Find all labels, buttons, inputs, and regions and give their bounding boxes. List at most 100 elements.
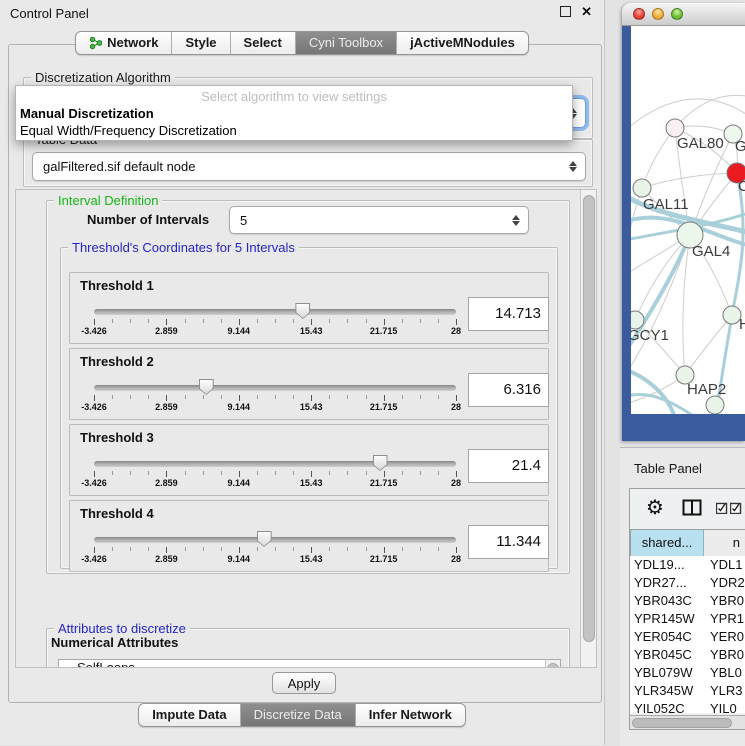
slider-track[interactable] — [94, 461, 456, 467]
tab-infer-network[interactable]: Infer Network — [356, 704, 465, 726]
attributes-list-scrollbar[interactable] — [545, 660, 560, 668]
slider-tick — [275, 319, 276, 323]
threshold-label: Threshold 4 — [80, 506, 154, 521]
threshold-value-field[interactable]: 14.713 — [468, 297, 549, 331]
tab-label: jActiveMNodules — [410, 35, 515, 50]
network-icon — [89, 36, 102, 50]
tab-select[interactable]: Select — [231, 32, 296, 54]
slider-tick — [329, 319, 330, 323]
checkbox-icon[interactable] — [730, 502, 742, 514]
slider-tick — [329, 471, 330, 475]
group-title: Discretization Algorithm — [31, 70, 175, 85]
slider-tick-label: 15.43 — [283, 326, 339, 336]
apply-button[interactable]: Apply — [272, 672, 336, 694]
table-data-combobox[interactable]: galFiltered.sif default node — [32, 152, 586, 181]
algorithm-option-equal-width-frequency[interactable]: Equal Width/Frequency Discretization — [20, 123, 237, 138]
group-title: Interval Definition — [54, 193, 162, 208]
zoom-traffic-light-icon[interactable] — [671, 8, 683, 20]
slider-tick — [112, 395, 113, 399]
cell-name: YDR2 — [704, 574, 745, 592]
close-traffic-light-icon[interactable] — [633, 8, 645, 20]
slider-tick — [239, 471, 240, 477]
top-tab-bar: Network Style Select Cyni Toolbox jActiveMNo… — [0, 31, 604, 55]
slider-tick — [384, 547, 385, 553]
threshold-slider-thumb[interactable] — [295, 303, 310, 319]
slider-tick — [311, 319, 312, 325]
slider-tick — [420, 319, 421, 323]
threshold-slider-thumb[interactable] — [257, 531, 272, 547]
table-row[interactable]: YBR045CYBR0 — [630, 646, 745, 664]
slider-tick — [311, 471, 312, 477]
slider-track[interactable] — [94, 385, 456, 391]
tab-network[interactable]: Network — [76, 32, 172, 54]
numerical-attributes-list[interactable]: SelfLoopsTopologicalCoefficientBetweenne… — [58, 659, 561, 668]
slider-tick — [185, 395, 186, 399]
threshold-label: Threshold 1 — [80, 278, 154, 293]
tab-style[interactable]: Style — [172, 32, 230, 54]
threshold-slider-thumb[interactable] — [373, 455, 388, 471]
table-horizontal-scrollbar[interactable] — [630, 715, 745, 729]
algorithm-dropdown-popup: Select algorithm to view settings Manual… — [15, 85, 573, 141]
table-row[interactable]: YER054CYER0 — [630, 628, 745, 646]
table-toolbar: ⚙ — [630, 489, 745, 529]
numerical-attributes-label: Numerical Attributes — [51, 635, 178, 650]
tab-label: Network — [107, 35, 158, 50]
gear-icon[interactable]: ⚙ — [646, 495, 664, 519]
tab-jactivemnodules[interactable]: jActiveMNodules — [397, 32, 528, 54]
threshold-panel-4: Threshold 4-3.4262.8599.14415.4321.71528… — [69, 500, 549, 572]
column-header-shared-name[interactable]: shared... — [630, 530, 704, 556]
cell-name: YPR1 — [704, 610, 745, 628]
algorithm-option-manual-discretization[interactable]: Manual Discretization — [20, 106, 154, 121]
table-row[interactable]: YPR145WYPR1 — [630, 610, 745, 628]
network-node[interactable] — [706, 396, 724, 414]
cell-name: YBR0 — [704, 646, 745, 664]
table-row[interactable]: YIL052CYIL0 — [630, 700, 745, 713]
network-node-label: GCY1 — [631, 327, 669, 344]
network-canvas[interactable]: GAL80GACGAL11GAL4GCY1HHAP2 — [631, 26, 745, 414]
threshold-value-field[interactable]: 6.316 — [468, 373, 549, 407]
tab-impute-data[interactable]: Impute Data — [139, 704, 240, 726]
slider-tick — [166, 319, 167, 325]
tab-cyni-toolbox[interactable]: Cyni Toolbox — [296, 32, 397, 54]
minimize-traffic-light-icon[interactable] — [652, 8, 664, 20]
table-row[interactable]: YBR043CYBR0 — [630, 592, 745, 610]
attribute-list-item[interactable]: SelfLoops — [59, 660, 560, 668]
network-window: GAL80GACGAL11GAL4GCY1HHAP2 — [622, 3, 745, 441]
slider-tick — [275, 395, 276, 399]
threshold-panel-3: Threshold 3-3.4262.8599.14415.4321.71528… — [69, 424, 549, 496]
slider-tick — [112, 547, 113, 551]
slider-tick — [347, 471, 348, 475]
tab-label: Select — [244, 35, 282, 50]
tab-label: Cyni Toolbox — [309, 35, 383, 50]
column-layout-icon[interactable] — [682, 499, 702, 516]
threshold-slider-thumb[interactable] — [199, 379, 214, 395]
close-window-icon[interactable]: ✕ — [581, 5, 592, 18]
tab-label: Style — [185, 35, 216, 50]
network-node-gal11[interactable] — [633, 179, 651, 197]
checkbox-icon[interactable] — [716, 502, 728, 514]
threshold-value-field[interactable]: 21.4 — [468, 449, 549, 483]
slider-track[interactable] — [94, 537, 456, 543]
slider-tick — [384, 395, 385, 401]
control-panel-titlebar: Control Panel ✕ — [0, 0, 604, 26]
table-row[interactable]: YDL19...YDL1 — [630, 556, 745, 574]
slider-tick — [148, 319, 149, 323]
table-row[interactable]: YLR345WYLR3 — [630, 682, 745, 700]
table-row[interactable]: YBL079WYBL0 — [630, 664, 745, 682]
slider-tick — [366, 319, 367, 323]
slider-tick — [257, 547, 258, 551]
tab-discretize-data[interactable]: Discretize Data — [241, 704, 356, 726]
slider-tick — [293, 547, 294, 551]
slider-tick — [148, 547, 149, 551]
network-node-label: HAP2 — [687, 381, 726, 398]
float-window-icon[interactable] — [560, 6, 571, 17]
settings-vertical-scrollbar[interactable] — [580, 190, 596, 667]
table-row[interactable]: YDR27...YDR2 — [630, 574, 745, 592]
slider-tick — [293, 319, 294, 323]
slider-track[interactable] — [94, 309, 456, 315]
cell-name: YBR0 — [704, 592, 745, 610]
cell-name: YER0 — [704, 628, 745, 646]
threshold-value-field[interactable]: 11.344 — [468, 525, 549, 559]
column-header-name[interactable]: n — [704, 530, 745, 556]
number-of-intervals-spinner[interactable]: 5 — [229, 206, 529, 234]
